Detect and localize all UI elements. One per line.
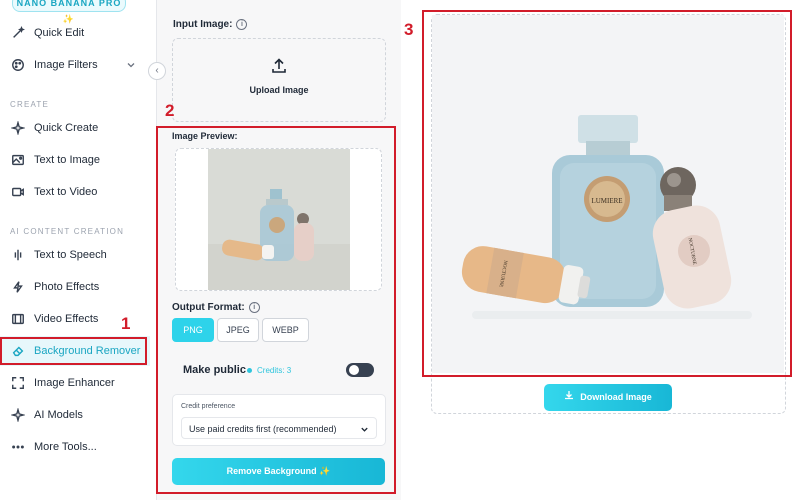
upload-image-label: Upload Image	[249, 85, 309, 95]
enhance-icon	[10, 375, 26, 391]
magic-wand-icon	[10, 25, 26, 41]
sidebar-item-label: Image Enhancer	[34, 377, 115, 389]
sidebar-item-photo-effects[interactable]: Photo Effects	[0, 272, 150, 302]
section-header-create: CREATE	[10, 100, 50, 109]
sidebar-item-text-to-image[interactable]: Text to Image	[0, 145, 150, 175]
sidebar-item-ai-models[interactable]: AI Models	[0, 400, 150, 430]
sidebar-item-text-to-video[interactable]: Text to Video	[0, 177, 150, 207]
annotation-number-2: 2	[165, 101, 175, 120]
upload-icon	[272, 58, 286, 73]
annotation-number-1: 1	[121, 314, 131, 333]
dots-icon	[10, 439, 26, 455]
annotation-box-3	[422, 10, 792, 377]
annotation-box-2	[156, 126, 396, 494]
speech-icon	[10, 247, 26, 263]
video-icon	[10, 184, 26, 200]
sidebar-item-image-enhancer[interactable]: Image Enhancer	[0, 368, 150, 398]
sidebar-item-label: Text to Video	[34, 186, 98, 198]
film-icon	[10, 311, 26, 327]
section-header-ai: AI CONTENT CREATION	[10, 227, 125, 236]
upload-dropzone[interactable]: Upload Image	[172, 38, 386, 122]
sidebar-item-label: More Tools...	[34, 441, 97, 453]
plan-badge: NANO BANANA PRO ✨	[12, 0, 126, 24]
sidebar-item-quick-edit[interactable]: Quick Edit	[0, 18, 150, 48]
sidebar-item-label: Image Filters	[34, 59, 98, 71]
annotation-box-1	[0, 337, 147, 365]
sidebar-item-text-to-speech[interactable]: Text to Speech	[0, 240, 150, 270]
sidebar-item-label: AI Models	[34, 409, 83, 421]
annotation-number-3: 3	[404, 20, 414, 39]
sidebar-item-label: Quick Edit	[34, 27, 85, 39]
sidebar-item-label: Text to Image	[34, 154, 101, 166]
download-image-button[interactable]: Download Image	[544, 384, 672, 411]
sidebar-item-label: Quick Create	[34, 122, 99, 134]
sidebar-item-label: Video Effects	[34, 313, 99, 325]
sidebar-item-label: Text to Speech	[34, 249, 107, 261]
download-button-label: Download Image	[580, 392, 652, 402]
palette-icon	[10, 57, 26, 73]
sparkle-icon	[10, 120, 26, 136]
input-image-label: Input Image: i	[173, 19, 248, 30]
lightning-icon	[10, 279, 26, 295]
sparkle-icon	[10, 407, 26, 423]
sidebar: NANO BANANA PRO ✨ Quick Edit Image Filte…	[0, 0, 157, 500]
sidebar-item-image-filters[interactable]: Image Filters	[0, 50, 150, 80]
collapse-sidebar-button[interactable]: ‹	[148, 62, 166, 80]
info-icon: i	[236, 19, 248, 30]
chevron-down-icon	[127, 63, 135, 68]
sidebar-item-quick-create[interactable]: Quick Create	[0, 113, 150, 143]
image-icon	[10, 152, 26, 168]
sidebar-item-label: Photo Effects	[34, 281, 100, 293]
download-icon	[564, 384, 574, 411]
sidebar-item-more-tools[interactable]: More Tools...	[0, 432, 150, 462]
